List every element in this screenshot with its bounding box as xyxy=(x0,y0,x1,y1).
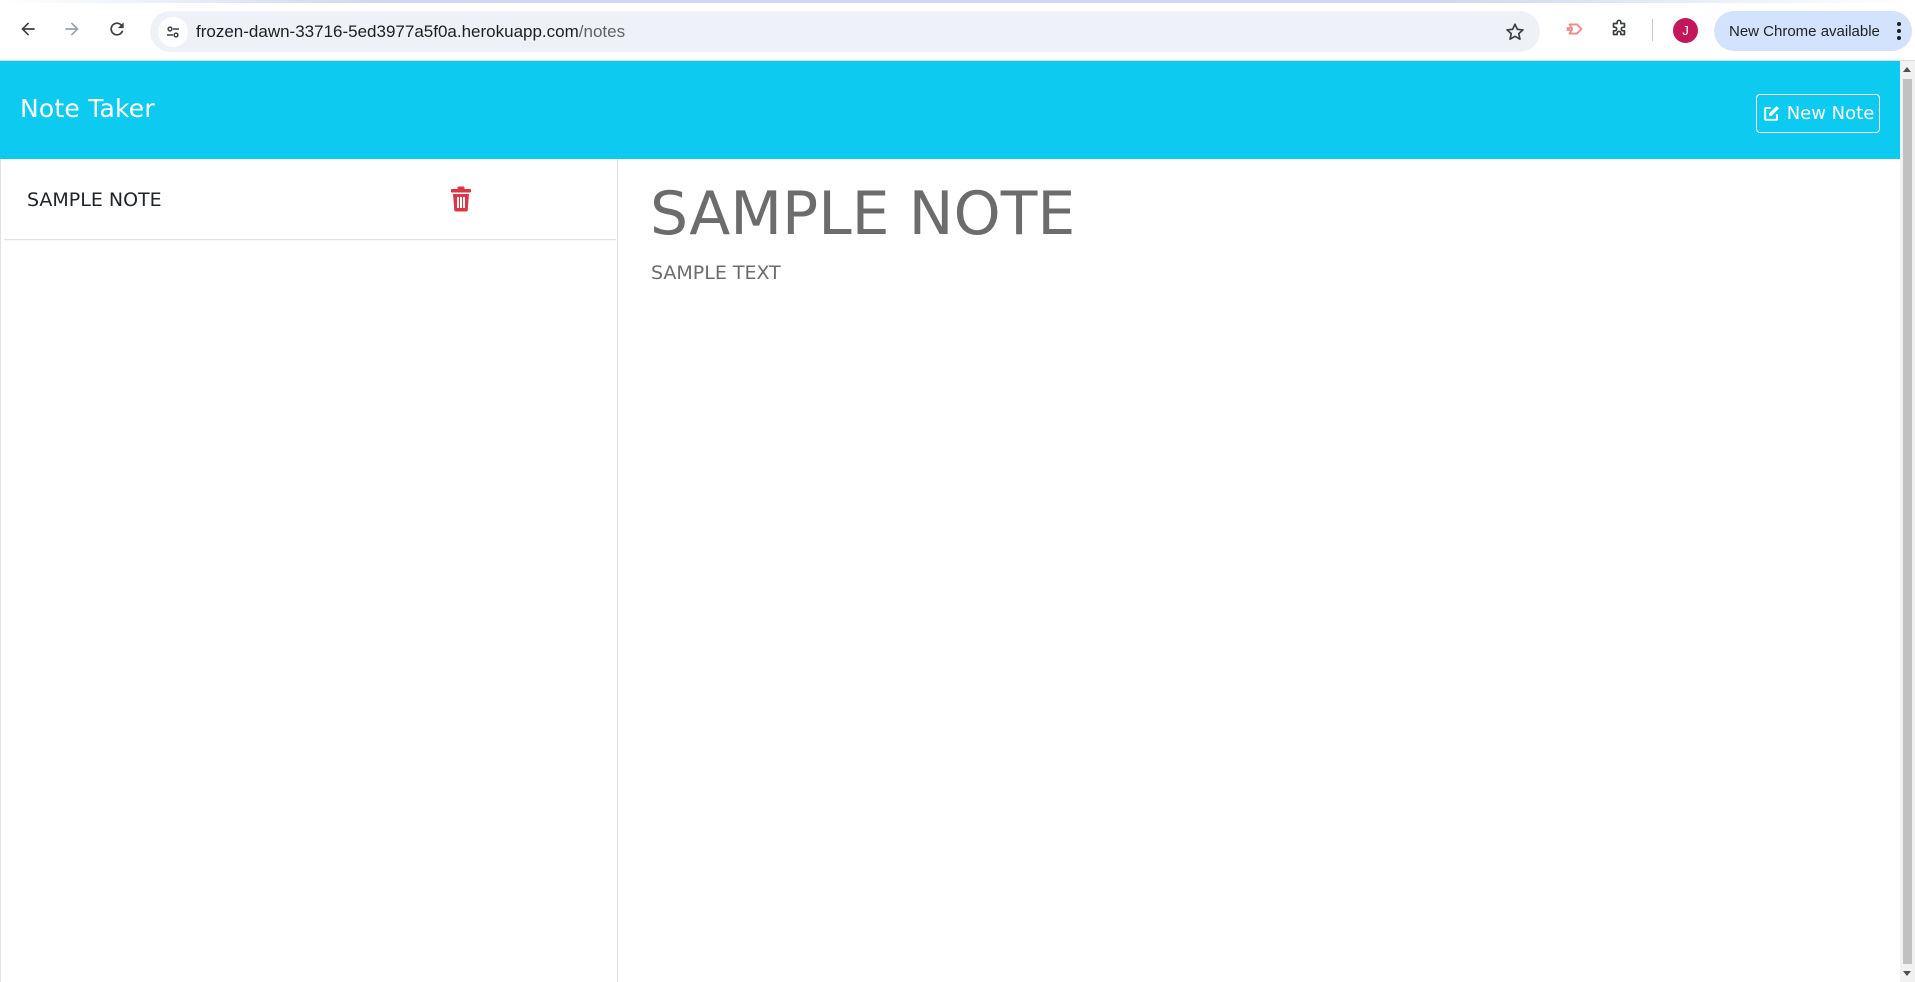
chrome-update-button[interactable]: New Chrome available xyxy=(1714,11,1912,51)
list-item[interactable]: SAMPLE NOTE xyxy=(4,160,616,240)
tab-strip-edge xyxy=(0,0,1915,3)
update-label: New Chrome available xyxy=(1729,22,1880,40)
puzzle-icon xyxy=(1612,19,1626,36)
browser-toolbar: frozen-dawn-33716-5ed3977a5f0a.herokuapp… xyxy=(0,0,1915,61)
star-icon xyxy=(1506,23,1524,40)
reload-icon xyxy=(110,22,124,36)
page-scrollbar[interactable] xyxy=(1900,61,1915,982)
note-title-field[interactable]: SAMPLE NOTE xyxy=(650,179,1075,249)
notes-list: SAMPLE NOTE xyxy=(0,159,618,982)
scroll-thumb[interactable] xyxy=(1903,79,1912,964)
arrow-right-icon xyxy=(65,22,79,36)
scroll-up-arrow[interactable] xyxy=(1903,67,1911,72)
note-text-field[interactable]: SAMPLE TEXT xyxy=(651,262,781,284)
extension-button[interactable] xyxy=(1561,15,1589,43)
profile-avatar[interactable]: J xyxy=(1673,18,1698,43)
new-note-button[interactable]: New Note xyxy=(1756,94,1880,133)
scroll-down-arrow[interactable] xyxy=(1903,971,1911,976)
cast-extension-icon xyxy=(1566,23,1583,35)
url-text: frozen-dawn-33716-5ed3977a5f0a.herokuapp… xyxy=(196,22,625,42)
app-title[interactable]: Note Taker xyxy=(20,94,155,123)
address-bar[interactable]: frozen-dawn-33716-5ed3977a5f0a.herokuapp… xyxy=(150,11,1540,52)
app-navbar: Note Taker New Note xyxy=(0,61,1900,159)
reload-button[interactable] xyxy=(101,13,133,45)
profile-initial: J xyxy=(1682,23,1689,38)
pencil-square-icon xyxy=(1763,105,1779,121)
url-host: frozen-dawn-33716-5ed3977a5f0a.herokuapp… xyxy=(196,22,579,41)
url-path: /notes xyxy=(578,22,626,41)
new-note-label: New Note xyxy=(1786,103,1875,124)
extensions-menu-button[interactable] xyxy=(1605,15,1633,43)
bookmark-button[interactable] xyxy=(1502,19,1528,45)
site-info-button[interactable] xyxy=(158,17,188,47)
forward-button[interactable] xyxy=(56,13,88,45)
arrow-left-icon xyxy=(21,22,35,36)
trash-icon[interactable] xyxy=(450,186,472,212)
tune-icon xyxy=(167,26,179,38)
back-button[interactable] xyxy=(12,13,44,45)
note-list-title: SAMPLE NOTE xyxy=(27,189,162,211)
note-view: SAMPLE NOTE SAMPLE TEXT xyxy=(619,159,1900,982)
toolbar-divider xyxy=(1652,19,1653,41)
more-vert-icon[interactable] xyxy=(1896,20,1902,42)
